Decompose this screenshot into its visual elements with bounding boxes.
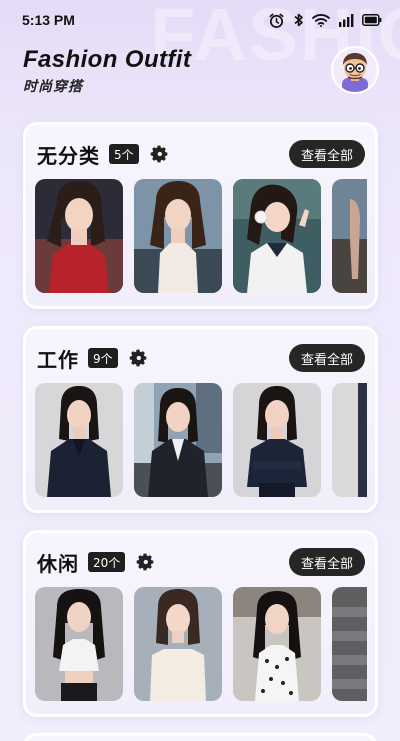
status-time: 5:13 PM <box>22 12 75 28</box>
outfit-thumbnail-row <box>35 587 370 701</box>
wifi-icon <box>312 13 330 27</box>
outfit-thumbnail-row <box>35 383 370 497</box>
category-card-next <box>23 733 378 741</box>
count-badge: 9个 <box>88 348 118 368</box>
view-all-button[interactable]: 查看全部 <box>288 344 365 372</box>
gear-icon[interactable] <box>135 552 155 572</box>
alarm-icon <box>268 12 285 29</box>
count-badge: 20个 <box>88 552 126 572</box>
gear-icon[interactable] <box>149 144 169 164</box>
count-badge: 5个 <box>109 144 139 164</box>
cartoon-avatar-icon <box>342 53 368 92</box>
category-card-casual: 休闲 20个 查看全部 <box>23 530 378 717</box>
outfit-photo-rocky-shore[interactable] <box>332 179 367 293</box>
view-all-button[interactable]: 查看全部 <box>288 140 365 168</box>
outfit-photo-polka-dot-dress[interactable] <box>233 587 321 701</box>
outfit-photo-office-suit[interactable] <box>134 383 222 497</box>
app-header: Fashion Outfit 时尚穿搭 <box>23 46 191 96</box>
outfit-photo-red-sweater[interactable] <box>35 179 123 293</box>
outfit-photo-cream-offshoulder[interactable] <box>134 587 222 701</box>
outfit-photo-partial-suit[interactable] <box>332 383 367 497</box>
battery-icon <box>362 14 382 26</box>
status-icons <box>268 12 382 29</box>
view-all-button[interactable]: 查看全部 <box>288 548 365 576</box>
signal-icon <box>338 13 354 27</box>
bluetooth-icon <box>293 12 304 28</box>
outfit-photo-white-crop-top[interactable] <box>35 587 123 701</box>
category-title: 休闲 <box>37 551 79 576</box>
outfit-photo-navy-blazer[interactable] <box>35 383 123 497</box>
outfit-photo-stairs[interactable] <box>332 587 367 701</box>
outfit-photo-white-camisole[interactable] <box>134 179 222 293</box>
category-title: 工作 <box>37 347 79 372</box>
gear-icon[interactable] <box>128 348 148 368</box>
outfit-thumbnail-row <box>35 179 370 293</box>
outfit-photo-navy-suit[interactable] <box>233 383 321 497</box>
app-title: Fashion Outfit <box>23 46 192 73</box>
user-avatar[interactable] <box>331 46 379 94</box>
category-card-work: 工作 9个 查看全部 <box>23 326 378 513</box>
status-bar: 5:13 PM <box>0 0 400 40</box>
category-card-uncategorized: 无分类 5个 查看全部 <box>23 122 378 309</box>
app-subtitle: 时尚穿搭 <box>23 79 83 95</box>
outfit-photo-headphones-uniform[interactable] <box>233 179 321 293</box>
category-title: 无分类 <box>37 143 100 168</box>
